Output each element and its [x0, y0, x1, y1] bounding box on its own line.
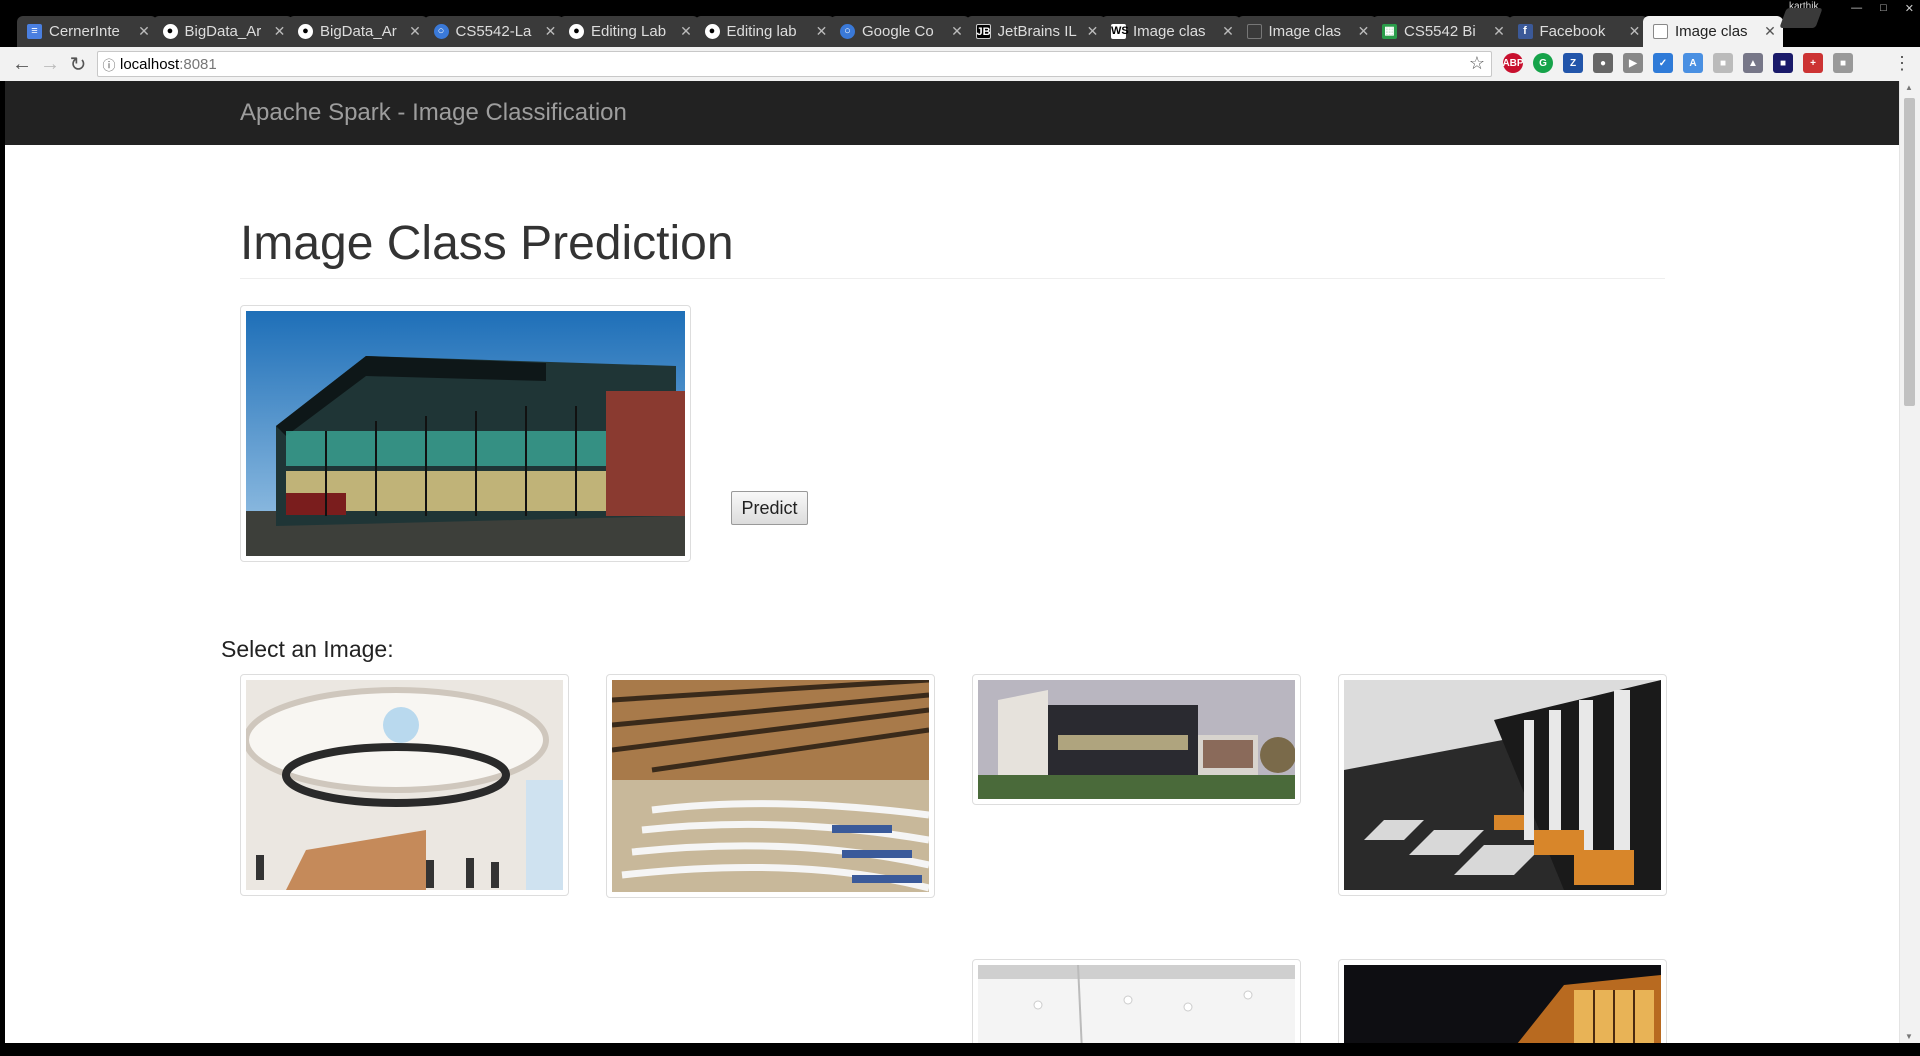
- tab-close-icon[interactable]: ✕: [408, 23, 422, 40]
- tab-title: BigData_Ar: [320, 23, 397, 40]
- tab-close-icon[interactable]: ✕: [1763, 23, 1777, 40]
- gallery-image-white-room[interactable]: [972, 959, 1301, 1043]
- navbar-brand[interactable]: Apache Spark - Image Classification: [240, 99, 627, 127]
- tab-close-icon[interactable]: ✕: [679, 23, 693, 40]
- tab-title: CS5542 Bi: [1404, 23, 1476, 40]
- tab-close-icon[interactable]: ✕: [1357, 23, 1371, 40]
- tab-close-icon[interactable]: ✕: [950, 23, 964, 40]
- tab-close-icon[interactable]: ✕: [1492, 23, 1506, 40]
- grammarly-icon[interactable]: G: [1533, 53, 1553, 73]
- audio-icon[interactable]: ▶: [1623, 53, 1643, 73]
- gallery-image-atrium[interactable]: [240, 674, 569, 896]
- docs-icon: ≡: [27, 24, 42, 39]
- top-navbar: Apache Spark - Image Classification: [5, 81, 1899, 145]
- browser-tab[interactable]: ● BigData_Ar ✕: [288, 16, 428, 47]
- browser-tab[interactable]: ○ CS5542-La ✕: [423, 16, 564, 47]
- url-host: localhost: [120, 55, 180, 73]
- page-viewport: Apache Spark - Image Classification Imag…: [5, 81, 1899, 1043]
- new-tab-button[interactable]: [1779, 8, 1823, 28]
- extensions-bar: ABP G Z ● ▶ ✓ A ■ ▲ ■ + ■: [1502, 53, 1853, 73]
- back-arrow-icon: ←: [12, 52, 32, 75]
- github-icon: ●: [162, 24, 178, 39]
- tab-title: CernerInte: [49, 23, 120, 40]
- tab-title: Image clas: [1268, 23, 1342, 40]
- facebook-icon: f: [1517, 24, 1533, 39]
- tab-title: Google Co: [862, 23, 934, 40]
- gallery-image-night-building[interactable]: [1338, 959, 1667, 1043]
- jetbrains-icon: JB: [975, 24, 991, 39]
- tab-title: CS5542-La: [455, 23, 532, 40]
- gallery-image-corridor[interactable]: [1338, 674, 1667, 896]
- github-icon: ●: [298, 24, 313, 39]
- forward-arrow-icon: →: [40, 52, 60, 75]
- select-image-label: Select an Image:: [221, 636, 394, 662]
- adblock-icon[interactable]: ABP: [1502, 53, 1524, 73]
- tab-close-icon[interactable]: ✕: [1086, 23, 1100, 40]
- browser-toolbar: ← → ↻ ⓘ localhost:8081 ☆ ABP G Z ● ▶ ✓ A…: [0, 47, 1920, 81]
- tab-close-icon[interactable]: ✕: [544, 23, 558, 40]
- forward-button[interactable]: →: [36, 50, 64, 78]
- red-ext-icon[interactable]: +: [1803, 53, 1823, 73]
- dark-ext-icon[interactable]: ■: [1773, 53, 1793, 73]
- bookmark-ext-icon[interactable]: ✓: [1653, 53, 1673, 73]
- tab-title: Editing lab: [726, 23, 797, 40]
- sheets-icon: ▦: [1382, 24, 1397, 39]
- browser-tab[interactable]: f Facebook ✕: [1507, 16, 1648, 47]
- gray-ext-icon[interactable]: ■: [1833, 53, 1853, 73]
- gallery-image-modern-building[interactable]: [972, 674, 1301, 805]
- browser-tab[interactable]: Image clas ✕: [1643, 16, 1783, 47]
- blank-icon: [1246, 24, 1262, 39]
- reload-button[interactable]: ↻: [64, 50, 92, 78]
- title-divider: [240, 278, 1665, 279]
- page-icon: [1653, 24, 1668, 39]
- page-title: Image Class Prediction: [240, 217, 734, 270]
- scroll-up-icon[interactable]: ▲: [1905, 83, 1913, 92]
- tab-close-icon[interactable]: ✕: [137, 23, 151, 40]
- browser-tab[interactable]: ● Editing Lab ✕: [559, 16, 699, 47]
- tab-title: Editing Lab: [591, 23, 667, 40]
- selected-image-preview: [240, 305, 691, 562]
- github-icon: ●: [704, 24, 720, 39]
- scrollbar-thumb[interactable]: [1904, 98, 1915, 406]
- scroll-down-icon[interactable]: ▼: [1905, 1032, 1913, 1041]
- webstorm-icon: WS: [1111, 24, 1129, 39]
- tab-close-icon[interactable]: ✕: [1221, 23, 1235, 40]
- back-button[interactable]: ←: [8, 50, 36, 78]
- globe-icon: ○: [433, 24, 449, 39]
- address-bar[interactable]: ⓘ localhost:8081 ☆: [97, 51, 1492, 77]
- tab-close-icon[interactable]: ✕: [1628, 23, 1642, 40]
- tab-close-icon[interactable]: ✕: [273, 23, 287, 40]
- tab-title: Image clas: [1675, 23, 1748, 40]
- browser-tab[interactable]: ▦ CS5542 Bi ✕: [1372, 16, 1512, 47]
- tab-title: BigData_Ar: [184, 23, 262, 40]
- github-icon: ●: [569, 24, 584, 39]
- tab-strip: ≡ CernerInte ✕ ● BigData_Ar ✕ ● BigData_Ar ✕ ○ CS5…: [0, 13, 1920, 47]
- tab-close-icon[interactable]: ✕: [815, 23, 829, 40]
- tab-title: Image clas: [1133, 23, 1206, 40]
- predict-button[interactable]: Predict: [731, 491, 808, 525]
- gallery-image-lecture-hall[interactable]: [606, 674, 935, 898]
- zotero-icon[interactable]: Z: [1563, 53, 1583, 73]
- tab-title: JetBrains IL: [997, 23, 1077, 40]
- window-bottom-edge: [0, 1043, 1920, 1056]
- info-icon[interactable]: ⓘ: [98, 55, 120, 74]
- browser-tab[interactable]: ● Editing lab ✕: [694, 16, 835, 47]
- browser-tab[interactable]: ≡ CernerInte ✕: [17, 16, 157, 47]
- reload-icon: ↻: [69, 53, 87, 76]
- browser-tab[interactable]: WS Image clas ✕: [1101, 16, 1241, 47]
- browser-tab[interactable]: ● BigData_Ar ✕: [152, 16, 293, 47]
- browser-tab[interactable]: Image clas ✕: [1236, 16, 1377, 47]
- photo-ext-icon[interactable]: ▲: [1743, 53, 1763, 73]
- ext-gray-icon[interactable]: ■: [1713, 53, 1733, 73]
- tab-title: Facebook: [1539, 23, 1606, 40]
- camera-icon[interactable]: ●: [1593, 53, 1613, 73]
- url-port: :8081: [179, 55, 217, 73]
- browser-tab[interactable]: ○ Google Co ✕: [830, 16, 970, 47]
- bookmark-star-icon[interactable]: ☆: [1469, 53, 1485, 74]
- translate-icon[interactable]: A: [1683, 53, 1703, 73]
- browser-tab[interactable]: JB JetBrains IL ✕: [965, 16, 1106, 47]
- globe-icon: ○: [840, 24, 855, 39]
- browser-menu-icon[interactable]: ⋮: [1893, 53, 1911, 74]
